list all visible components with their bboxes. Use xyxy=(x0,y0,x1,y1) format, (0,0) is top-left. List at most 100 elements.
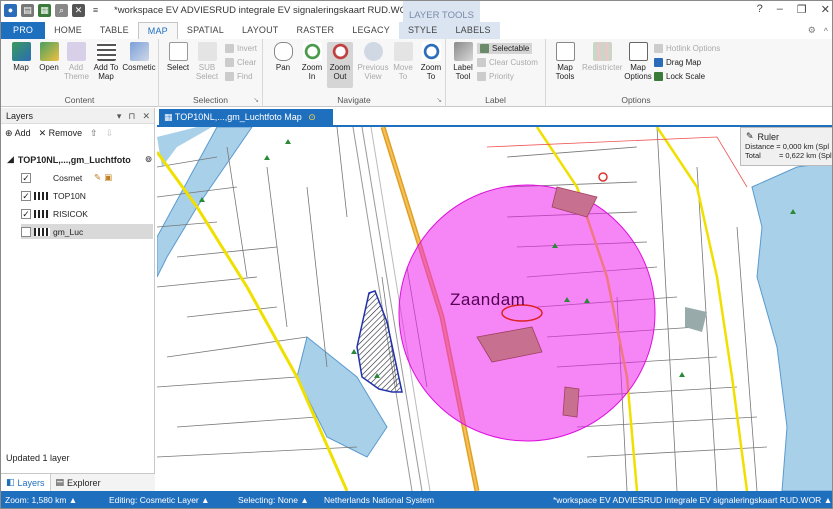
ruler-window[interactable]: ✎ Ruler Distance = 0,000 km (Spl Total = … xyxy=(740,127,832,166)
tab-legacy[interactable]: LEGACY xyxy=(343,22,399,39)
search-icon[interactable]: ⌕ xyxy=(55,4,68,17)
group-options: Map Tools Redistricter Map Options Hotli… xyxy=(546,39,726,107)
map-window-tab[interactable]: ▦ TOP10NL,...,gm_Luchtfoto Map ⊙ xyxy=(159,109,333,125)
clear-custom-button[interactable]: Clear Custom xyxy=(477,58,538,67)
cosmetic-icon xyxy=(129,42,149,61)
layer-style-icon[interactable]: ▣ xyxy=(104,172,112,183)
add-to-map-button[interactable]: Add To Map xyxy=(92,42,120,81)
layers-panel-header: Layers ▾ ⊓ ✕ xyxy=(1,108,154,124)
map-button[interactable]: Map xyxy=(9,42,33,72)
help-button[interactable]: ? xyxy=(757,3,763,16)
label-tool-button[interactable]: Label Tool xyxy=(451,42,475,81)
restore-button[interactable]: ❐ xyxy=(797,3,807,16)
clear-icon xyxy=(225,58,234,67)
selectable-toggle[interactable]: Selectable xyxy=(477,43,533,54)
map-window-icon: ⊚ xyxy=(144,154,153,164)
panel-close-icon[interactable]: ✕ xyxy=(142,108,150,124)
clear-custom-icon xyxy=(477,58,486,67)
tab-explorer-panel[interactable]: ▤ Explorer xyxy=(51,474,106,491)
place-label-zaandam: Zaandam xyxy=(450,290,526,309)
move-up-icon[interactable]: ⇧ xyxy=(90,128,98,139)
ribbon-collapse-icon[interactable]: ^ xyxy=(824,26,828,36)
collapse-icon[interactable]: ◢ xyxy=(7,154,14,165)
tab-pro[interactable]: PRO xyxy=(1,22,46,39)
select-button[interactable]: Select xyxy=(165,42,191,72)
table-icon[interactable]: ▦ xyxy=(38,4,51,17)
app-icon: ● xyxy=(4,4,17,17)
ribbon-options-icon[interactable]: ⚙ xyxy=(808,25,816,36)
selection-dialog-launcher[interactable]: ↘ xyxy=(253,96,259,104)
zoom-to-icon xyxy=(421,42,441,61)
pin-tab-icon[interactable]: ⊙ xyxy=(308,112,316,122)
layer-row-cosmetic[interactable]: ✓ Cosmet ✎ ▣ xyxy=(21,170,153,185)
previous-view-icon xyxy=(363,42,383,61)
tab-map[interactable]: MAP xyxy=(137,22,178,39)
selectable-icon xyxy=(480,44,489,53)
tab-style[interactable]: STYLE xyxy=(398,22,447,39)
map-options-button[interactable]: Map Options xyxy=(624,42,652,81)
find-button[interactable]: Find xyxy=(225,72,253,81)
hotlink-icon xyxy=(654,44,663,53)
close-table-icon[interactable]: ✕ xyxy=(72,4,85,17)
hatched-risk-area xyxy=(356,290,403,393)
tab-table[interactable]: TABLE xyxy=(91,22,138,39)
layer-row-top10nl[interactable]: ✓ TOP10N xyxy=(21,188,153,203)
layer-row-risicokaart[interactable]: ✓ RISICOK xyxy=(21,206,153,221)
explorer-icon: ▤ xyxy=(55,477,65,487)
zoom-status[interactable]: Zoom: 1,580 km ▲ xyxy=(5,495,77,505)
lock-scale-toggle[interactable]: Lock Scale xyxy=(654,72,705,81)
map-tools-button[interactable]: Map Tools xyxy=(551,42,579,81)
pan-button[interactable]: Pan xyxy=(271,42,295,72)
zoom-to-button[interactable]: Zoom To xyxy=(418,42,444,81)
clear-button[interactable]: Clear xyxy=(225,58,256,67)
tab-labels[interactable]: LABELS xyxy=(446,22,500,39)
redistricter-button[interactable]: Redistricter xyxy=(582,42,622,72)
layer-visibility-checkbox[interactable]: ✓ xyxy=(21,190,31,201)
map-icon xyxy=(11,42,31,61)
workspace-status[interactable]: *workspace EV ADVIESRUD integrale EV sig… xyxy=(553,495,832,505)
layer-tree-root[interactable]: ◢ TOP10NL,...,gm_Luchtfoto ⊚ xyxy=(7,154,152,165)
mapinfo-window: ● ▤ ▦ ⌕ ✕ ≡ *workspace EV ADVIESRUD inte… xyxy=(0,0,833,509)
navigate-dialog-launcher[interactable]: ↘ xyxy=(436,96,442,104)
zoom-out-button[interactable]: Zoom Out xyxy=(327,42,353,88)
sub-select-button[interactable]: SUB Select xyxy=(194,42,220,81)
zoom-in-button[interactable]: Zoom In xyxy=(300,42,324,81)
hotlink-options-button[interactable]: Hotlink Options xyxy=(654,44,720,53)
tab-home[interactable]: HOME xyxy=(45,22,91,39)
move-down-icon[interactable]: ⇩ xyxy=(106,128,114,139)
tab-layers-panel[interactable]: ◧ Layers xyxy=(1,474,51,491)
map-canvas[interactable]: Zaandam ✎ Ruler Distance = 0,000 km (Spl … xyxy=(157,125,832,491)
status-bar: Zoom: 1,580 km ▲ Editing: Cosmetic Layer… xyxy=(1,491,832,508)
move-to-button[interactable]: Move To xyxy=(391,42,415,81)
layer-visibility-checkbox[interactable] xyxy=(21,226,31,237)
tab-layout[interactable]: LAYOUT xyxy=(233,22,288,39)
map-tab-icon: ▦ xyxy=(164,112,173,122)
add-layer-button[interactable]: ⊕ Add xyxy=(5,128,31,139)
drag-map-toggle[interactable]: Drag Map xyxy=(654,58,701,67)
open-icon[interactable]: ▤ xyxy=(21,4,34,17)
pin-icon[interactable]: ⊓ xyxy=(128,108,135,124)
layer-visibility-checkbox[interactable]: ✓ xyxy=(21,172,31,183)
zoom-out-icon xyxy=(330,42,350,61)
tab-raster[interactable]: RASTER xyxy=(288,22,344,39)
invert-button[interactable]: Invert xyxy=(225,44,257,53)
layer-row-luchtfoto[interactable]: gm_Luc xyxy=(21,224,153,239)
remove-layer-button[interactable]: ✕ Remove xyxy=(39,128,83,139)
minimize-button[interactable]: – xyxy=(777,3,783,16)
edit-pencil-icon[interactable]: ✎ xyxy=(94,172,101,183)
editing-status[interactable]: Editing: Cosmetic Layer ▲ xyxy=(109,495,210,505)
panel-menu-icon[interactable]: ▾ xyxy=(117,108,122,124)
tab-spatial[interactable]: SPATIAL xyxy=(178,22,233,39)
cosmetic-button[interactable]: Cosmetic xyxy=(122,42,156,72)
customize-qat-icon[interactable]: ≡ xyxy=(89,4,102,17)
layer-visibility-checkbox[interactable]: ✓ xyxy=(21,208,31,219)
projection-status[interactable]: Netherlands National System xyxy=(324,495,434,505)
hazard-point-icon xyxy=(598,172,608,182)
layer-style-swatch xyxy=(34,209,50,218)
open-button[interactable]: Open xyxy=(37,42,61,72)
close-button[interactable]: ✕ xyxy=(821,3,830,16)
previous-view-button[interactable]: Previous View xyxy=(356,42,390,81)
add-theme-button[interactable]: Add Theme xyxy=(64,42,89,81)
selecting-status[interactable]: Selecting: None ▲ xyxy=(238,495,309,505)
priority-button[interactable]: Priority xyxy=(477,72,514,81)
